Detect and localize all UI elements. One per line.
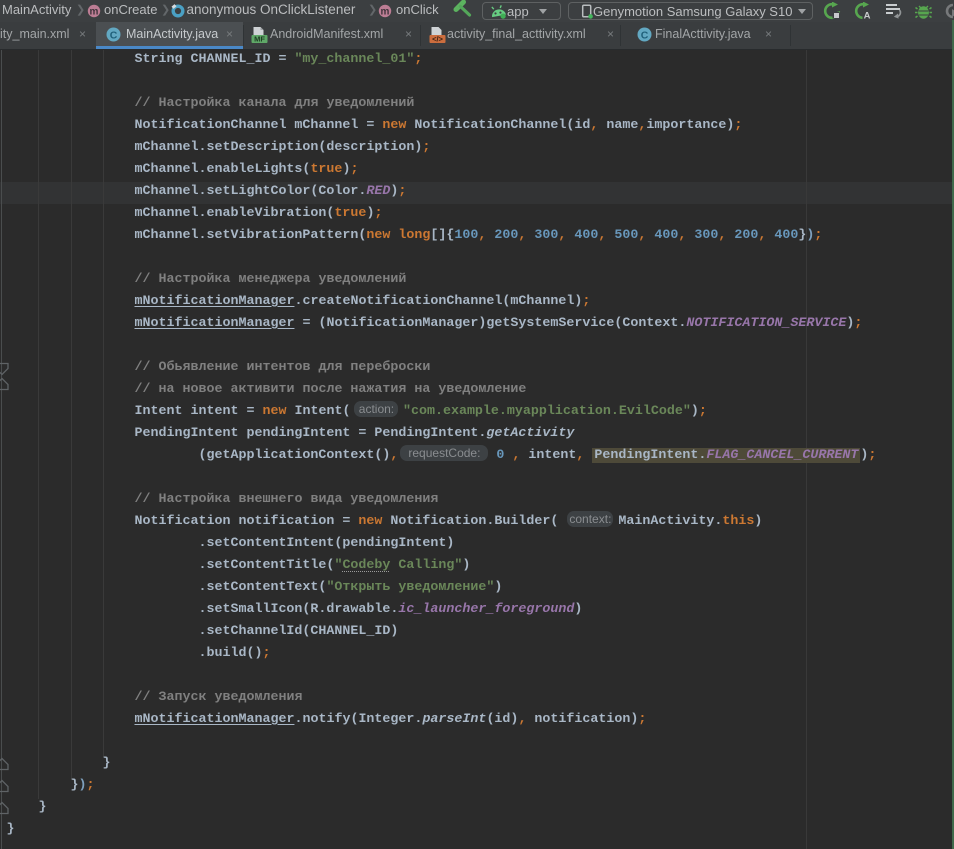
svg-text:A: A <box>864 11 871 21</box>
svg-text:C: C <box>110 30 118 42</box>
svg-text:</>: </> <box>432 35 443 44</box>
svg-text:C: C <box>641 30 649 42</box>
svg-text:m: m <box>381 7 390 18</box>
svg-text:MF: MF <box>254 35 265 44</box>
svg-text:m: m <box>90 7 99 18</box>
